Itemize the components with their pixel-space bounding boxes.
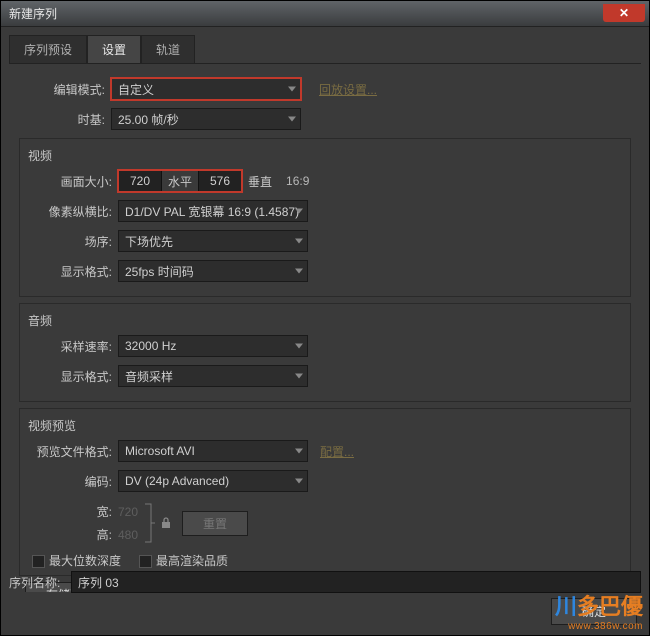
reset-button[interactable]: 重置 — [182, 511, 248, 536]
preview-file-format-dropdown[interactable]: Microsoft AVI — [118, 440, 308, 462]
window-title: 新建序列 — [9, 5, 57, 22]
preview-height-value: 480 — [118, 528, 138, 542]
titlebar: 新建序列 ✕ — [1, 1, 649, 27]
sample-rate-value: 32000 Hz — [125, 339, 176, 353]
preview-height-label: 高: — [32, 526, 118, 543]
link-bracket-icon — [142, 500, 156, 546]
vertical-label: 垂直 — [248, 173, 272, 190]
audio-display-format-dropdown[interactable]: 音频采样 — [118, 365, 308, 387]
chevron-down-icon — [295, 269, 303, 274]
chevron-down-icon — [295, 239, 303, 244]
audio-display-format-label: 显示格式: — [26, 368, 118, 385]
dialog-body: 序列预设 设置 轨道 编辑模式: 自定义 回放设置... 时基: 25.00 帧… — [1, 27, 649, 635]
chevron-down-icon — [288, 117, 296, 122]
sequence-name-label: 序列名称: — [9, 574, 71, 591]
edit-mode-label: 编辑模式: — [19, 81, 111, 98]
tab-settings[interactable]: 设置 — [87, 35, 141, 63]
sequence-name-input[interactable]: 序列 03 — [71, 571, 641, 593]
chevron-down-icon — [295, 209, 303, 214]
configure-link[interactable]: 配置... — [320, 443, 354, 460]
max-bit-depth-checkbox[interactable]: 最大位数深度 — [32, 552, 121, 569]
chevron-down-icon — [295, 344, 303, 349]
chevron-down-icon — [295, 374, 303, 379]
video-section-title: 视频 — [28, 147, 624, 164]
par-label: 像素纵横比: — [26, 203, 118, 220]
codec-label: 编码: — [26, 473, 118, 490]
playback-settings-link[interactable]: 回放设置... — [319, 81, 377, 98]
close-button[interactable]: ✕ — [603, 4, 645, 22]
lock-icon[interactable] — [160, 515, 172, 531]
horizontal-label: 水平 — [168, 173, 192, 190]
sample-rate-dropdown[interactable]: 32000 Hz — [118, 335, 308, 357]
video-display-format-dropdown[interactable]: 25fps 时间码 — [118, 260, 308, 282]
pixel-aspect-dropdown[interactable]: D1/DV PAL 宽银幕 16:9 (1.4587) — [118, 200, 308, 222]
chevron-down-icon — [295, 479, 303, 484]
audio-display-format-value: 音频采样 — [125, 368, 173, 385]
preview-width-value: 720 — [118, 505, 138, 519]
tab-preset[interactable]: 序列预设 — [9, 35, 87, 63]
sample-rate-label: 采样速率: — [26, 338, 118, 355]
field-order-dropdown[interactable]: 下场优先 — [118, 230, 308, 252]
preview-section-title: 视频预览 — [28, 417, 624, 434]
preview-section: 视频预览 预览文件格式: Microsoft AVI 配置... 编码: DV … — [19, 408, 631, 576]
video-section: 视频 画面大小: 720 水平 576 垂直 16:9 像素纵横比: D1/DV… — [19, 138, 631, 297]
frame-height-input[interactable]: 576 — [198, 170, 242, 192]
video-display-format-label: 显示格式: — [26, 263, 118, 280]
field-order-label: 场序: — [26, 233, 118, 250]
ok-button[interactable]: 确定 — [551, 598, 637, 625]
chevron-down-icon — [288, 87, 296, 92]
par-value: D1/DV PAL 宽银幕 16:9 (1.4587) — [125, 203, 299, 220]
checkbox-icon — [32, 555, 45, 568]
codec-value: DV (24p Advanced) — [125, 474, 229, 488]
edit-mode-value: 自定义 — [118, 81, 154, 98]
chevron-down-icon — [295, 449, 303, 454]
preview-size-group: 宽: 720 高: 480 重置 — [26, 500, 624, 546]
audio-section: 音频 采样速率: 32000 Hz 显示格式: 音频采样 — [19, 303, 631, 402]
audio-section-title: 音频 — [28, 312, 624, 329]
preview-file-format-value: Microsoft AVI — [125, 444, 195, 458]
frame-size-label: 画面大小: — [26, 173, 118, 190]
frame-size-group: 720 水平 576 — [118, 170, 242, 192]
aspect-ratio-text: 16:9 — [286, 174, 309, 188]
edit-mode-dropdown[interactable]: 自定义 — [111, 78, 301, 100]
frame-width-input[interactable]: 720 — [118, 170, 162, 192]
close-icon: ✕ — [619, 6, 629, 20]
codec-dropdown[interactable]: DV (24p Advanced) — [118, 470, 308, 492]
settings-panel: 编辑模式: 自定义 回放设置... 时基: 25.00 帧/秒 视频 画面大小: — [9, 72, 641, 592]
sequence-name-row: 序列名称: 序列 03 — [9, 571, 641, 593]
timebase-value: 25.00 帧/秒 — [118, 111, 179, 128]
preview-width-label: 宽: — [32, 503, 118, 520]
tab-tracks[interactable]: 轨道 — [141, 35, 195, 63]
tabs: 序列预设 设置 轨道 — [9, 35, 641, 64]
new-sequence-dialog: 新建序列 ✕ 序列预设 设置 轨道 编辑模式: 自定义 回放设置... 时基: … — [0, 0, 650, 636]
timebase-label: 时基: — [19, 111, 111, 128]
timebase-dropdown[interactable]: 25.00 帧/秒 — [111, 108, 301, 130]
field-order-value: 下场优先 — [125, 233, 173, 250]
preview-file-format-label: 预览文件格式: — [26, 443, 118, 460]
checkbox-icon — [139, 555, 152, 568]
video-display-format-value: 25fps 时间码 — [125, 263, 194, 280]
max-render-quality-checkbox[interactable]: 最高渲染品质 — [139, 552, 228, 569]
